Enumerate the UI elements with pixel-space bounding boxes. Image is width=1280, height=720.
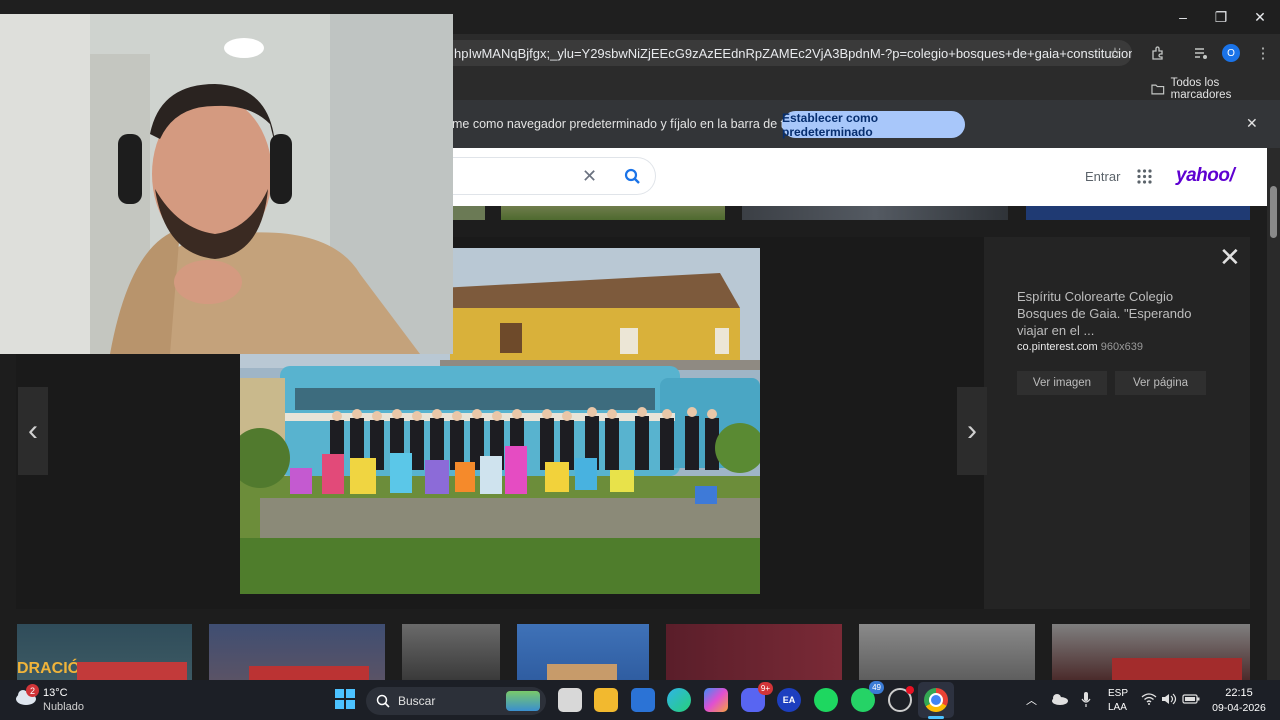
scrollbar-thumb[interactable] <box>1270 186 1277 238</box>
recorder-icon[interactable] <box>888 686 914 712</box>
temperature: 13°C <box>43 687 68 699</box>
clear-search-icon[interactable]: ✕ <box>582 166 597 187</box>
weather-badge: 2 <box>26 684 39 697</box>
close-viewer-icon[interactable]: ✕ <box>1219 243 1241 271</box>
edge-icon[interactable] <box>667 688 691 712</box>
media-control-icon[interactable] <box>1188 40 1214 66</box>
file-explorer-icon[interactable] <box>594 688 618 712</box>
task-view-icon[interactable] <box>558 688 582 712</box>
profile-avatar[interactable]: O <box>1222 44 1240 62</box>
signin-link[interactable]: Entrar <box>1085 169 1120 184</box>
result-thumbnail[interactable] <box>1026 206 1250 220</box>
weather-description: Nublado <box>43 701 84 713</box>
spotify-icon[interactable] <box>814 688 838 712</box>
clock-date[interactable]: 09-04-2026 <box>1208 702 1270 714</box>
windows-start-icon[interactable] <box>335 689 355 714</box>
discord-icon[interactable]: 9+ <box>741 682 773 712</box>
next-image-button[interactable]: › <box>957 387 987 475</box>
image-source-line: co.pinterest.com 960x639 <box>1017 341 1143 353</box>
result-thumbnail[interactable] <box>742 206 1008 220</box>
chrome-active-indicator <box>928 716 944 719</box>
battery-icon[interactable] <box>1182 692 1200 710</box>
star-icon[interactable]: ☆ <box>1102 40 1128 66</box>
chrome-icon[interactable] <box>924 688 948 712</box>
image-dimensions: 960x639 <box>1100 341 1143 353</box>
microphone-icon[interactable] <box>1081 691 1091 712</box>
minimize-button[interactable]: – <box>1164 0 1202 34</box>
taskbar-search-placeholder: Buscar <box>398 694 436 708</box>
onedrive-icon[interactable] <box>1050 692 1068 710</box>
ea-app-icon[interactable]: EA <box>777 688 801 712</box>
result-thumbnail[interactable]: DRACIÓ <box>17 624 192 680</box>
result-thumbnail[interactable] <box>453 206 485 220</box>
address-bar[interactable]: hpIwMANqBjfgx;_ylu=Y29sbwNiZjEEcG9zAzEEd… <box>440 40 1132 66</box>
apps-grid-icon[interactable] <box>1137 169 1152 189</box>
extensions-icon[interactable] <box>1145 40 1171 66</box>
result-thumbnail[interactable] <box>517 624 649 680</box>
previous-image-button[interactable]: ‹ <box>18 387 48 475</box>
clock-time[interactable]: 22:15 <box>1212 687 1266 699</box>
url-text: hpIwMANqBjfgx;_ylu=Y29sbwNiZjEEcG9zAzEEd… <box>454 45 1132 61</box>
page-scrollbar[interactable] <box>1267 148 1280 680</box>
menu-icon[interactable]: ⋮ <box>1250 40 1276 66</box>
discord-badge: 9+ <box>757 682 773 695</box>
result-thumbnail[interactable] <box>666 624 842 680</box>
volume-icon[interactable] <box>1161 692 1177 710</box>
view-image-button[interactable]: Ver imagen <box>1017 371 1107 395</box>
result-thumbnail[interactable] <box>859 624 1035 680</box>
copilot-icon[interactable] <box>704 688 728 712</box>
close-window-button[interactable]: ✕ <box>1241 0 1279 34</box>
all-bookmarks[interactable]: Todos los marcadores <box>1151 77 1280 101</box>
all-bookmarks-label: Todos los marcadores <box>1170 77 1232 101</box>
weather-widget[interactable]: 2 <box>14 684 39 711</box>
thumbnail-caption: DRACIÓ <box>17 660 81 677</box>
result-thumbnail[interactable] <box>1052 624 1250 680</box>
microsoft-store-icon[interactable] <box>631 688 655 712</box>
taskbar-search[interactable]: Buscar <box>366 687 546 715</box>
search-icon <box>376 694 390 708</box>
search-icon[interactable] <box>624 168 641 190</box>
wifi-icon[interactable] <box>1141 692 1157 710</box>
result-thumbnail[interactable] <box>209 624 385 680</box>
view-page-button[interactable]: Ver página <box>1115 371 1206 395</box>
image-source[interactable]: co.pinterest.com <box>1017 341 1098 353</box>
infobar-message: me como navegador predeterminado y fíjal… <box>452 117 816 131</box>
whatsapp-icon[interactable]: 49 <box>851 681 884 712</box>
keyboard-layout[interactable]: LAA <box>1108 702 1127 713</box>
set-default-button[interactable]: Establecer como predeterminado <box>782 111 965 139</box>
webcam-overlay <box>0 14 453 354</box>
image-title[interactable]: Espíritu Colorearte Colegio Bosques de G… <box>1017 288 1217 339</box>
restore-button[interactable]: ❐ <box>1202 0 1240 34</box>
show-hidden-icons[interactable]: ︿ <box>1026 692 1037 708</box>
yahoo-logo[interactable]: yahoo/ <box>1176 165 1235 187</box>
result-thumbnail[interactable] <box>501 206 725 220</box>
result-thumbnail[interactable] <box>402 624 500 680</box>
close-infobar-icon[interactable]: ✕ <box>1246 115 1258 132</box>
language-code[interactable]: ESP <box>1108 688 1128 699</box>
whatsapp-badge: 49 <box>869 681 884 694</box>
folder-icon <box>1151 84 1165 95</box>
